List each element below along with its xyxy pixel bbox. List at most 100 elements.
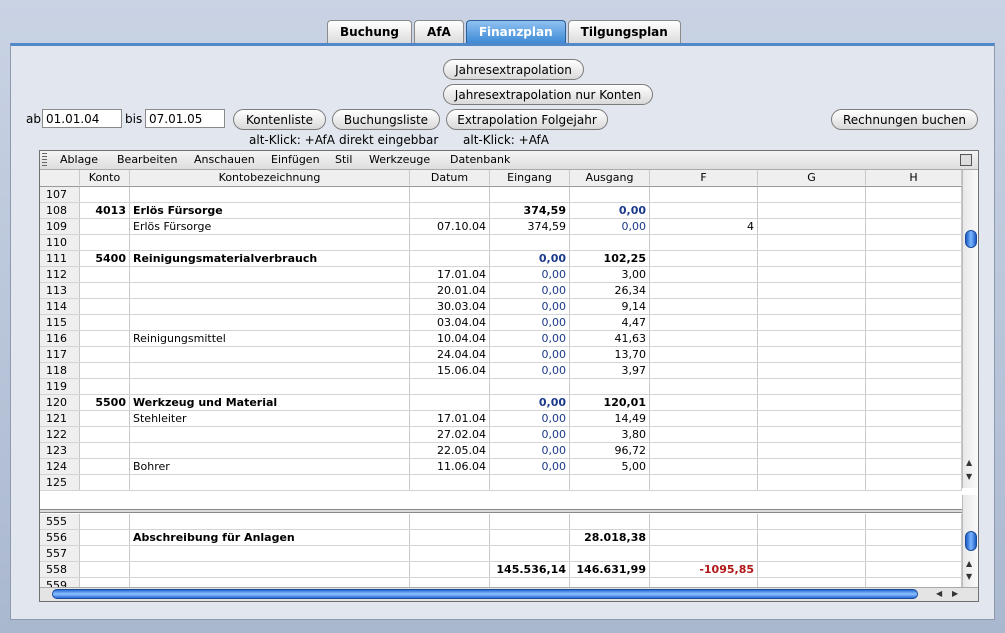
bis-date-field[interactable]: 07.01.05 <box>145 109 225 128</box>
g-cell[interactable] <box>758 411 866 426</box>
eingang-cell[interactable]: 0,00 <box>490 299 570 314</box>
f-cell[interactable] <box>650 187 758 202</box>
kontobezeichnung-cell[interactable] <box>130 315 410 330</box>
ausgang-cell[interactable]: 3,00 <box>570 267 650 282</box>
datum-cell[interactable]: 10.04.04 <box>410 331 490 346</box>
ausgang-cell[interactable]: 4,47 <box>570 315 650 330</box>
ausgang-cell[interactable]: 3,80 <box>570 427 650 442</box>
col-header-ausgang[interactable]: Ausgang <box>570 170 650 185</box>
row-number-cell[interactable]: 110 <box>40 235 80 250</box>
kontobezeichnung-cell[interactable]: Erlös Fürsorge <box>130 219 410 234</box>
menu-werkzeuge[interactable]: Werkzeuge <box>369 153 430 166</box>
ausgang-cell[interactable]: 9,14 <box>570 299 650 314</box>
eingang-cell[interactable]: 0,00 <box>490 363 570 378</box>
h-cell[interactable] <box>866 443 962 458</box>
f-cell[interactable] <box>650 379 758 394</box>
h-cell[interactable] <box>866 219 962 234</box>
h-cell[interactable] <box>866 475 962 490</box>
h-cell[interactable] <box>866 459 962 474</box>
g-cell[interactable] <box>758 379 866 394</box>
menu-anschauen[interactable]: Anschauen <box>194 153 255 166</box>
row-number-cell[interactable]: 112 <box>40 267 80 282</box>
h-cell[interactable] <box>866 530 962 545</box>
kontobezeichnung-cell[interactable] <box>130 443 410 458</box>
kontobezeichnung-cell[interactable]: Bohrer <box>130 459 410 474</box>
ausgang-cell[interactable]: 120,01 <box>570 395 650 410</box>
f-cell[interactable] <box>650 395 758 410</box>
row-number-cell[interactable]: 113 <box>40 283 80 298</box>
eingang-cell[interactable]: 0,00 <box>490 395 570 410</box>
f-cell[interactable] <box>650 283 758 298</box>
g-cell[interactable] <box>758 514 866 529</box>
konto-cell[interactable] <box>80 514 130 529</box>
datum-cell[interactable] <box>410 187 490 202</box>
f-cell[interactable] <box>650 459 758 474</box>
datum-cell[interactable] <box>410 203 490 218</box>
h-cell[interactable] <box>866 379 962 394</box>
datum-cell[interactable] <box>410 546 490 561</box>
datum-cell[interactable] <box>410 379 490 394</box>
ausgang-cell[interactable]: 0,00 <box>570 203 650 218</box>
datum-cell[interactable]: 07.10.04 <box>410 219 490 234</box>
datum-cell[interactable] <box>410 235 490 250</box>
eingang-cell[interactable] <box>490 530 570 545</box>
scroll-right-arrow-icon[interactable]: ▶ <box>952 589 958 598</box>
g-cell[interactable] <box>758 251 866 266</box>
row-number-cell[interactable]: 122 <box>40 427 80 442</box>
kontobezeichnung-cell[interactable]: Erlös Fürsorge <box>130 203 410 218</box>
eingang-cell[interactable]: 0,00 <box>490 283 570 298</box>
konto-cell[interactable] <box>80 347 130 362</box>
row-number-cell[interactable]: 124 <box>40 459 80 474</box>
f-cell[interactable] <box>650 363 758 378</box>
ab-date-field[interactable]: 01.01.04 <box>42 109 122 128</box>
ausgang-cell[interactable]: 146.631,99 <box>570 562 650 577</box>
datum-cell[interactable]: 27.02.04 <box>410 427 490 442</box>
datum-cell[interactable] <box>410 251 490 266</box>
f-cell[interactable] <box>650 251 758 266</box>
top-vertical-scrollbar[interactable]: ▲ ▼ <box>962 170 978 488</box>
g-cell[interactable] <box>758 363 866 378</box>
kontobezeichnung-cell[interactable]: Reinigungsmaterialverbrauch <box>130 251 410 266</box>
window-resize-icon[interactable] <box>960 154 972 166</box>
kontobezeichnung-cell[interactable] <box>130 235 410 250</box>
row-number-cell[interactable]: 108 <box>40 203 80 218</box>
konto-cell[interactable]: 5400 <box>80 251 130 266</box>
f-cell[interactable] <box>650 475 758 490</box>
konto-cell[interactable] <box>80 235 130 250</box>
g-cell[interactable] <box>758 187 866 202</box>
datum-cell[interactable] <box>410 562 490 577</box>
eingang-cell[interactable]: 0,00 <box>490 251 570 266</box>
h-cell[interactable] <box>866 514 962 529</box>
ausgang-cell[interactable] <box>570 187 650 202</box>
eingang-cell[interactable]: 0,00 <box>490 427 570 442</box>
h-cell[interactable] <box>866 267 962 282</box>
kontobezeichnung-cell[interactable] <box>130 379 410 394</box>
bottom-scroll-thumb[interactable] <box>965 531 977 551</box>
grip-icon[interactable] <box>42 153 47 166</box>
konto-cell[interactable] <box>80 379 130 394</box>
konto-cell[interactable]: 5500 <box>80 395 130 410</box>
f-cell[interactable] <box>650 443 758 458</box>
f-cell[interactable] <box>650 427 758 442</box>
tab-tilgungsplan[interactable]: Tilgungsplan <box>567 20 681 43</box>
pane-splitter[interactable] <box>40 509 962 513</box>
eingang-cell[interactable] <box>490 514 570 529</box>
g-cell[interactable] <box>758 283 866 298</box>
ausgang-cell[interactable] <box>570 514 650 529</box>
tab-afa[interactable]: AfA <box>414 20 464 43</box>
g-cell[interactable] <box>758 235 866 250</box>
konto-cell[interactable] <box>80 299 130 314</box>
eingang-cell[interactable]: 0,00 <box>490 443 570 458</box>
ausgang-cell[interactable]: 41,63 <box>570 331 650 346</box>
f-cell[interactable] <box>650 235 758 250</box>
tab-buchung[interactable]: Buchung <box>327 20 413 43</box>
f-cell[interactable] <box>650 411 758 426</box>
h-cell[interactable] <box>866 562 962 577</box>
h-cell[interactable] <box>866 299 962 314</box>
col-header-g[interactable]: G <box>758 170 866 185</box>
konto-cell[interactable] <box>80 331 130 346</box>
g-cell[interactable] <box>758 546 866 561</box>
eingang-cell[interactable]: 0,00 <box>490 411 570 426</box>
ausgang-cell[interactable]: 5,00 <box>570 459 650 474</box>
row-number-cell[interactable]: 558 <box>40 562 80 577</box>
